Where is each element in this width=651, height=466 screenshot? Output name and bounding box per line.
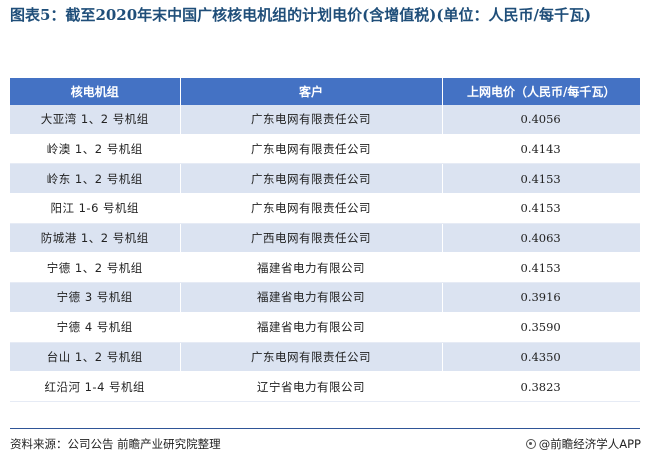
customer-cell: 广东电网有限责任公司	[180, 163, 443, 195]
table-row: 大亚湾 1、2 号机组 广东电网有限责任公司 0.4056	[10, 105, 640, 135]
table-row: 红沿河 1-4 号机组 辽宁省电力有限公司 0.3823	[10, 371, 640, 402]
table-row: 台山 1、2 号机组 广东电网有限责任公司 0.4350	[10, 342, 640, 373]
source-note: 资料来源：公司公告 前瞻产业研究院整理	[10, 437, 221, 451]
customer-cell: 广西电网有限责任公司	[180, 223, 443, 254]
page-title: 图表5：截至2020年末中国广核核电机组的计划电价(含增值税)(单位：人民币/每…	[10, 6, 592, 24]
header-customer: 客户	[180, 78, 443, 105]
unit-cell: 台山 1、2 号机组	[10, 342, 181, 373]
price-table: 核电机组 客户 上网电价（人民币/每千瓦） 大亚湾 1、2 号机组 广东电网有限…	[10, 78, 640, 402]
unit-cell: 防城港 1、2 号机组	[10, 223, 181, 254]
unit-cell: 红沿河 1-4 号机组	[10, 371, 181, 402]
unit-cell: 岭澳 1、2 号机组	[10, 134, 181, 165]
customer-cell: 福建省电力有限公司	[180, 282, 443, 313]
table-row: 宁德 1、2 号机组 福建省电力有限公司 0.4153	[10, 252, 640, 284]
price-cell: 0.4153	[442, 163, 640, 195]
unit-cell: 岭东 1、2 号机组	[10, 163, 181, 195]
unit-cell: 宁德 1、2 号机组	[10, 252, 181, 284]
unit-cell: 宁德 3 号机组	[10, 282, 181, 313]
unit-cell: 宁德 4 号机组	[10, 312, 181, 343]
header-price: 上网电价（人民币/每千瓦）	[442, 78, 640, 105]
price-cell: 0.4063	[442, 223, 640, 254]
table-row: 防城港 1、2 号机组 广西电网有限责任公司 0.4063	[10, 223, 640, 254]
price-cell: 0.4056	[442, 105, 640, 135]
table-row: 岭东 1、2 号机组 广东电网有限责任公司 0.4153	[10, 163, 640, 195]
price-cell: 0.4153	[442, 193, 640, 224]
brand-logo-icon	[525, 439, 536, 449]
price-cell: 0.3823	[442, 371, 640, 402]
table-header-row: 核电机组 客户 上网电价（人民币/每千瓦）	[10, 78, 640, 105]
customer-cell: 广东电网有限责任公司	[180, 105, 443, 135]
customer-cell: 广东电网有限责任公司	[180, 342, 443, 373]
unit-cell: 大亚湾 1、2 号机组	[10, 105, 181, 135]
footer-divider	[10, 428, 640, 429]
table-row: 阳江 1-6 号机组 广东电网有限责任公司 0.4153	[10, 193, 640, 224]
price-cell: 0.4143	[442, 134, 640, 165]
price-cell: 0.3916	[442, 282, 640, 313]
customer-cell: 辽宁省电力有限公司	[180, 371, 443, 402]
brand-credit: @前瞻经济学人APP	[525, 436, 641, 452]
customer-cell: 广东电网有限责任公司	[180, 134, 443, 165]
customer-cell: 福建省电力有限公司	[180, 252, 443, 284]
header-unit: 核电机组	[10, 78, 181, 105]
table-row: 岭澳 1、2 号机组 广东电网有限责任公司 0.4143	[10, 134, 640, 165]
customer-cell: 福建省电力有限公司	[180, 312, 443, 343]
price-cell: 0.4350	[442, 342, 640, 373]
brand-label: @前瞻经济学人APP	[538, 437, 641, 451]
table-row: 宁德 4 号机组 福建省电力有限公司 0.3590	[10, 312, 640, 343]
price-cell: 0.3590	[442, 312, 640, 343]
customer-cell: 广东电网有限责任公司	[180, 193, 443, 224]
price-cell: 0.4153	[442, 252, 640, 284]
unit-cell: 阳江 1-6 号机组	[10, 193, 181, 224]
table-row: 宁德 3 号机组 福建省电力有限公司 0.3916	[10, 282, 640, 313]
